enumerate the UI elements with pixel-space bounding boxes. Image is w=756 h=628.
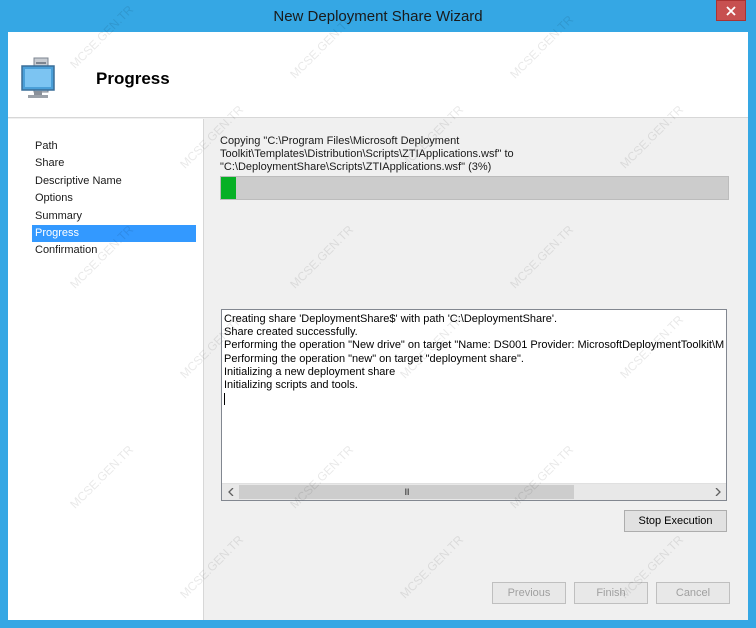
chevron-left-icon (227, 488, 233, 496)
scroll-left-button[interactable] (222, 484, 239, 500)
log-text[interactable]: Creating share 'DeploymentShare$' with p… (224, 313, 724, 483)
nav-item-summary[interactable]: Summary (32, 208, 196, 225)
chevron-right-icon (715, 488, 721, 496)
progress-bar (220, 176, 729, 200)
progress-fill (221, 177, 237, 199)
finish-button[interactable]: Finish (574, 582, 648, 604)
cancel-button[interactable]: Cancel (656, 582, 730, 604)
progress-message: Copying "C:\Program Files\Microsoft Depl… (220, 135, 514, 173)
log-line: Performing the operation "new" on target… (224, 352, 524, 365)
log-line: Initializing scripts and tools. (224, 379, 358, 392)
window-title: New Deployment Share Wizard (273, 8, 483, 25)
text-caret (224, 393, 225, 406)
wizard-nav: Path Share Descriptive Name Options Summ… (8, 119, 204, 620)
nav-item-share[interactable]: Share (32, 155, 196, 172)
log-textbox[interactable]: Creating share 'DeploymentShare$' with p… (221, 309, 727, 501)
nav-item-confirmation[interactable]: Confirmation (32, 242, 196, 259)
log-line: Share created successfully. (224, 326, 358, 339)
title-bar[interactable]: New Deployment Share Wizard (0, 0, 756, 32)
wizard-content: Copying "C:\Program Files\Microsoft Depl… (205, 119, 748, 620)
nav-item-progress[interactable]: Progress (32, 225, 196, 242)
close-button[interactable] (716, 0, 746, 21)
horizontal-scrollbar[interactable]: III (222, 483, 726, 500)
close-icon (726, 5, 736, 16)
previous-button[interactable]: Previous (492, 582, 566, 604)
wizard-client-area: Progress Path Share Descriptive Name Opt… (8, 32, 748, 620)
log-line: Initializing a new deployment share (224, 365, 396, 378)
scroll-grip: III (404, 487, 409, 497)
scroll-thumb[interactable]: III (239, 485, 574, 499)
log-line: Performing the operation "New drive" on … (224, 339, 724, 352)
nav-item-descriptive-name[interactable]: Descriptive Name (32, 173, 196, 190)
wizard-window: New Deployment Share Wizard Progress Pat… (0, 0, 756, 628)
scroll-right-button[interactable] (709, 484, 726, 500)
computer-icon (21, 57, 55, 98)
page-title: Progress (96, 69, 170, 88)
log-line: Creating share 'DeploymentShare$' with p… (224, 313, 558, 325)
wizard-header: Progress (8, 32, 748, 118)
nav-item-path[interactable]: Path (32, 138, 196, 155)
nav-item-options[interactable]: Options (32, 190, 196, 207)
stop-execution-button[interactable]: Stop Execution (624, 510, 727, 532)
